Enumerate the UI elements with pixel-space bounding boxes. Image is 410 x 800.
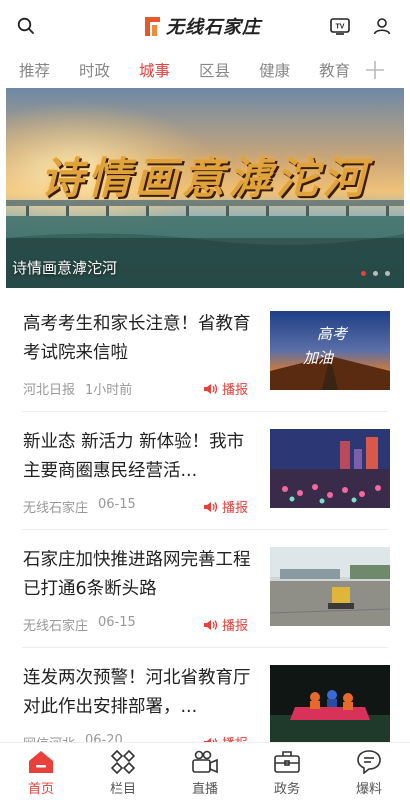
svg-text:高考: 高考	[317, 325, 349, 343]
news-meta: 无线石家庄 06-15	[23, 615, 136, 634]
user-button[interactable]	[370, 14, 394, 38]
news-title: 新业态 新活力 新体验！我市主要商圈惠民经营活...	[23, 432, 245, 481]
news-time: 06-15	[98, 615, 136, 630]
add-channel-button[interactable]	[360, 55, 390, 85]
news-item[interactable]: 石家庄加快推进路网完善工程 已打通6条断头路 无线石家庄 06-15 播报	[22, 530, 390, 648]
banner-caption: 诗情画意滹沱河	[12, 259, 118, 277]
tab-health[interactable]: 健康	[259, 59, 290, 81]
speaker-icon	[204, 619, 218, 630]
broadcast-button[interactable]: 播报	[203, 497, 248, 516]
broadcast-button[interactable]: 播报	[203, 379, 248, 398]
news-meta: 无线石家庄 06-15	[23, 497, 136, 516]
nav-tipoff[interactable]: 爆料	[328, 743, 410, 800]
speaker-icon	[204, 383, 218, 394]
nav-label: 首页	[27, 782, 54, 797]
news-thumbnail: 高考 加油	[270, 311, 390, 390]
nav-columns[interactable]: 栏目	[82, 743, 164, 800]
news-time: 06-15	[98, 497, 136, 512]
carousel-dot[interactable]	[361, 271, 366, 276]
nav-label: 栏目	[109, 782, 136, 797]
carousel-dots	[361, 271, 390, 276]
search-icon	[17, 17, 34, 34]
tab-districts[interactable]: 区县	[199, 59, 230, 81]
briefcase-icon	[274, 749, 300, 775]
news-item[interactable]: 高考考生和家长注意！省教育考试院来信啦 河北日报 1小时前 播报 高考 加油	[22, 294, 390, 412]
hero-banner[interactable]: 诗情画意滹沱河 诗情画意滹沱河	[6, 88, 404, 288]
news-title: 石家庄加快推进路网完善工程 已打通6条断头路	[23, 550, 251, 599]
app-logo: 无线石家庄	[143, 12, 261, 40]
tv-icon: TV	[330, 18, 350, 35]
news-source: 河北日报	[23, 383, 76, 398]
bottom-navigation: 首页 栏目 直播 政务 爆料	[0, 742, 410, 800]
user-icon	[373, 18, 391, 35]
plus-icon	[366, 61, 384, 79]
camera-icon	[192, 749, 218, 775]
svg-text:TV: TV	[336, 24, 345, 31]
tab-recommend[interactable]: 推荐	[19, 59, 50, 81]
broadcast-button[interactable]: 播报	[203, 615, 248, 634]
news-source: 无线石家庄	[23, 619, 89, 634]
nav-live[interactable]: 直播	[164, 743, 246, 800]
tab-education[interactable]: 教育	[319, 59, 350, 81]
speaker-icon	[204, 501, 218, 512]
nav-government[interactable]: 政务	[246, 743, 328, 800]
nav-label: 政务	[273, 782, 300, 797]
news-title: 高考考生和家长注意！省教育考试院来信啦	[23, 314, 251, 363]
broadcast-label: 播报	[222, 383, 249, 398]
banner-calligraphy: 诗情画意滹沱河	[40, 154, 370, 204]
news-thumbnail	[270, 547, 390, 626]
app-header: 无线石家庄 TV	[0, 0, 410, 52]
logo-text: 无线石家庄	[166, 17, 261, 38]
search-button[interactable]	[14, 14, 38, 38]
nav-label: 爆料	[355, 782, 382, 797]
news-list: 高考考生和家长注意！省教育考试院来信啦 河北日报 1小时前 播报 高考 加油 新…	[0, 294, 410, 766]
broadcast-label: 播报	[222, 501, 249, 516]
news-thumbnail	[270, 665, 390, 744]
news-thumbnail	[270, 429, 390, 508]
carousel-dot[interactable]	[373, 271, 378, 276]
news-time: 1小时前	[85, 383, 133, 398]
tab-politics[interactable]: 时政	[79, 59, 110, 81]
columns-icon	[110, 749, 136, 775]
news-title: 连发两次预警！河北省教育厅对此作出安排部署，...	[23, 668, 251, 717]
news-meta: 河北日报 1小时前	[23, 379, 132, 398]
tab-city[interactable]: 城事	[139, 59, 170, 81]
nav-label: 直播	[191, 782, 218, 797]
chat-icon	[356, 749, 382, 775]
svg-text:加油: 加油	[303, 349, 335, 367]
news-source: 无线石家庄	[23, 501, 89, 516]
carousel-dot[interactable]	[385, 271, 390, 276]
news-item[interactable]: 新业态 新活力 新体验！我市主要商圈惠民经营活... 无线石家庄 06-15 播…	[22, 412, 390, 530]
category-tabs: 推荐 时政 城事 区县 健康 教育	[0, 52, 410, 88]
broadcast-label: 播报	[222, 619, 249, 634]
logo-mark-icon	[143, 15, 161, 37]
tv-button[interactable]: TV	[328, 14, 352, 38]
nav-home[interactable]: 首页	[0, 743, 82, 800]
home-icon	[28, 749, 54, 775]
